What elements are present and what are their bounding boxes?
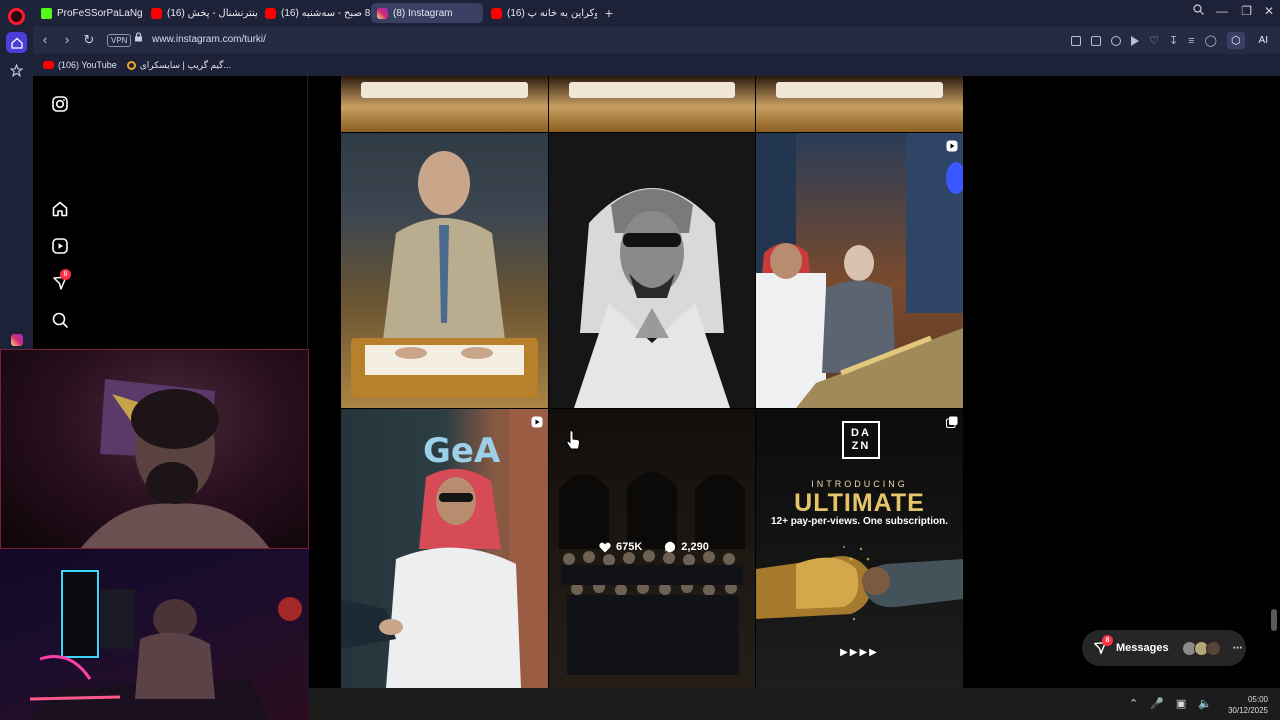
restore-icon[interactable]: ❐ (1241, 4, 1252, 18)
toolbar-icons: ♡ ↧ ≡ ◯ ⬡ AI (1071, 32, 1272, 49)
reels-icon[interactable] (51, 237, 69, 255)
chevron-up-icon[interactable]: ⌃ (1129, 697, 1138, 710)
reel-indicator-icon (946, 139, 958, 152)
home-icon[interactable] (51, 200, 69, 218)
heart-icon[interactable]: ♡ (1149, 34, 1159, 47)
heart-icon (599, 542, 611, 552)
tab-iran-international[interactable]: (16) ایران اینترنشنال - پخش (145, 3, 257, 23)
messages-badge: 8 (1102, 635, 1113, 646)
youtube-icon (43, 61, 54, 69)
tab-label: (16) حمله اوکراین به خانه پ (507, 7, 597, 19)
windows-taskbar: ⌃ 🎤 ▣ 🔈 05:00 30/12/2025 (309, 688, 1280, 720)
post-hover-stats: 675K 2,290 (599, 541, 709, 553)
taskbar-clock[interactable]: 05:00 30/12/2025 (1228, 694, 1268, 716)
post-group-photo[interactable]: 675K 2,290 (549, 409, 755, 688)
speed-dial-home-icon[interactable] (6, 32, 27, 53)
search-tabs-icon[interactable] (1193, 4, 1204, 18)
messages-button[interactable]: 8 Messages ⋯ (1082, 630, 1246, 666)
clock-time: 05:00 (1247, 695, 1268, 704)
tab-kick-clips[interactable]: ProFeSSorPaLaNg Clips - \ (35, 3, 143, 23)
instagram-panel-icon[interactable] (6, 329, 27, 350)
bookmark-youtube[interactable]: (106) YouTube (43, 60, 117, 70)
opera-logo-icon[interactable] (8, 8, 25, 25)
tab-label: (8) Instagram (393, 7, 453, 19)
reel-indicator-icon (531, 415, 543, 428)
post-tile[interactable] (341, 76, 548, 132)
post-bw-portrait[interactable] (549, 133, 755, 408)
kick-icon (41, 7, 52, 19)
system-tray: ⌃ 🎤 ▣ 🔈 (1129, 697, 1212, 710)
url-field[interactable]: www.instagram.com/turki/ (152, 34, 266, 45)
messenger-icon[interactable]: 8 (51, 269, 71, 292)
tab-label: (16) ایران اینترنشنال - پخش (167, 7, 257, 19)
post-tile[interactable] (549, 76, 755, 132)
post-gea-handshake[interactable]: GeA (341, 409, 548, 688)
camera-icon[interactable] (1091, 35, 1102, 46)
tab-instagram[interactable]: (8) Instagram (371, 3, 483, 23)
webcam-room-overlay (0, 549, 309, 720)
recent-contacts (1181, 640, 1221, 656)
vpn-badge[interactable]: VPN (107, 34, 132, 47)
more-icon: ⋯ (1232, 642, 1243, 654)
comments-stat: 2,290 (664, 541, 709, 553)
post-tile[interactable] (756, 76, 963, 132)
minimize-icon[interactable]: — (1216, 4, 1228, 18)
webcam-face-overlay (0, 349, 309, 549)
tab-label: (16) اخبار 8 صبح - سه‌شنبه (281, 7, 371, 19)
likes-stat: 675K (599, 541, 642, 553)
clock-date: 30/12/2025 (1227, 706, 1268, 715)
close-icon[interactable]: ✕ (1264, 4, 1274, 18)
bookmarks-star-icon[interactable] (6, 60, 27, 81)
page-scrollbar[interactable] (1271, 609, 1277, 631)
hand-cursor-icon (566, 430, 581, 450)
search-icon[interactable] (51, 311, 69, 329)
tab-news-8am[interactable]: (16) اخبار 8 صبح - سه‌شنبه (259, 3, 371, 23)
menu-icon[interactable]: ≡ (1188, 35, 1194, 47)
notification-badge: 8 (60, 269, 71, 280)
post-dazn-ultimate[interactable]: DA ZN INTRODUCING ULTIMATE 12+ pay-per-v… (756, 409, 963, 688)
comments-count: 2,290 (681, 541, 709, 553)
messenger-icon: 8 (1092, 635, 1113, 656)
back-icon[interactable]: ‹ (37, 32, 53, 48)
carousel-indicator-icon (946, 415, 958, 428)
ring-icon (126, 60, 136, 70)
tab-bar: ProFeSSorPaLaNg Clips - \ (16) ایران این… (33, 0, 1280, 26)
aria-ai-button[interactable]: AI (1255, 34, 1272, 47)
profile-post-grid: GeA 675K 2,290 DA ZN INTRODUCING ULTIMAT… (341, 76, 963, 688)
youtube-icon (265, 7, 276, 19)
volume-icon[interactable]: 🔈 (1198, 697, 1212, 710)
likes-count: 675K (616, 541, 643, 553)
avatar (1205, 640, 1221, 656)
youtube-icon (491, 7, 502, 19)
reload-icon[interactable]: ↻ (81, 32, 97, 48)
new-tab-plus-icon[interactable]: + (601, 5, 617, 21)
lock-icon[interactable] (130, 32, 146, 48)
youtube-icon (151, 7, 162, 19)
bookmark-gamegrip[interactable]: گیم گریپ | سایسکرای... (126, 59, 231, 71)
address-bar-row: ‹ › ↻ VPN www.instagram.com/turki/ ♡ ↧ ≡… (33, 26, 1280, 54)
shield-icon[interactable] (1111, 35, 1122, 46)
screen: ProFeSSorPaLaNg Clips - \ (16) ایران این… (0, 0, 1280, 720)
download-icon[interactable]: ↧ (1169, 34, 1178, 47)
profile-icon[interactable]: ◯ (1205, 34, 1217, 47)
messages-label: Messages (1116, 642, 1169, 654)
post-museum-sword[interactable] (756, 133, 963, 408)
dazn-play-marks: ▶▶▶▶ (840, 647, 879, 658)
bookmark-label: گیم گریپ | سایسکرای... (139, 59, 231, 70)
edit-icon[interactable] (1071, 35, 1082, 46)
bookmarks-bar: (106) YouTube گیم گریپ | سایسکرای... (33, 54, 1280, 76)
play-icon[interactable] (1131, 35, 1140, 46)
tab-label: ProFeSSorPaLaNg Clips - \ (57, 7, 143, 19)
instagram-logo-icon[interactable] (51, 95, 69, 113)
bookmark-label: (106) YouTube (58, 60, 117, 70)
forward-icon[interactable]: › (59, 32, 75, 48)
display-icon[interactable]: ▣ (1176, 697, 1186, 710)
post-old-man-gold-tray[interactable] (341, 133, 548, 408)
extensions-cube-icon[interactable]: ⬡ (1226, 32, 1245, 49)
instagram-icon (377, 7, 388, 19)
comment-icon (665, 541, 676, 553)
microphone-icon[interactable]: 🎤 (1150, 697, 1164, 710)
tab-ukraine-attack[interactable]: (16) حمله اوکراین به خانه پ (485, 3, 597, 23)
